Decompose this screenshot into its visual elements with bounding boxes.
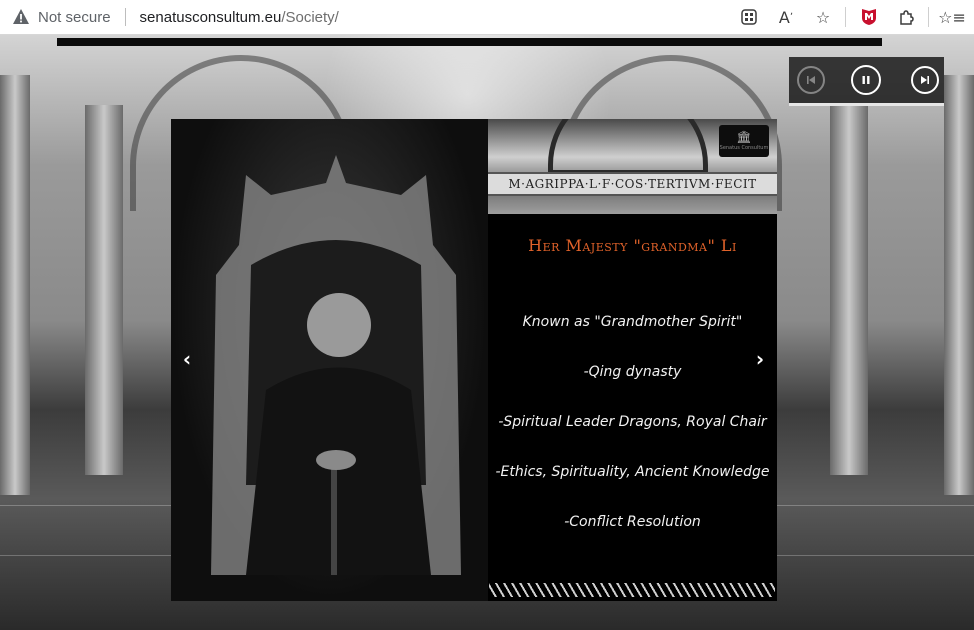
slide-next-arrow-icon[interactable]: › [749, 348, 771, 370]
media-progress-bar[interactable] [789, 103, 944, 106]
slide-title: Her Majesty "grandma" Li [528, 236, 737, 255]
pause-icon[interactable] [851, 65, 881, 95]
read-aloud-icon[interactable]: Aʼ [772, 3, 800, 31]
slide-line-4: -Ethics, Spirituality, Ancient Knowledge [495, 464, 770, 480]
favorite-add-icon[interactable]: ☆ [809, 3, 837, 31]
top-strip [57, 38, 882, 46]
next-icon[interactable] [911, 66, 939, 94]
portrait-photo [171, 119, 488, 601]
mcafee-icon[interactable] [855, 3, 883, 31]
toolbar-divider [928, 7, 929, 27]
apps-icon[interactable] [735, 3, 763, 31]
favorites-icon[interactable]: ☆≡ [938, 3, 966, 31]
decorative-hatch [489, 583, 775, 597]
extensions-icon[interactable] [892, 3, 920, 31]
previous-icon[interactable] [797, 66, 825, 94]
throne-illustration [211, 155, 461, 575]
slide: M·AGRIPPA·L·F·COS·TERTIVM·FECIT 🏛 Senatu… [171, 119, 777, 601]
hall-pillar-far-right [944, 75, 974, 495]
hall-pillar-left [85, 105, 123, 475]
banner-frieze: M·AGRIPPA·L·F·COS·TERTIVM·FECIT [488, 172, 777, 196]
hall-pillar-far-left [0, 75, 30, 495]
address-divider [124, 8, 126, 26]
warning-icon [13, 9, 29, 24]
page-background: M·AGRIPPA·L·F·COS·TERTIVM·FECIT 🏛 Senatu… [0, 35, 974, 630]
slide-line-5: -Conflict Resolution [564, 514, 701, 530]
address-bar[interactable]: senatusconsultum.eu/Society/ [140, 9, 339, 26]
security-label: Not secure [38, 8, 111, 26]
header-banner: M·AGRIPPA·L·F·COS·TERTIVM·FECIT 🏛 Senatu… [488, 119, 777, 214]
media-controls [789, 57, 944, 105]
slide-line-3: -Spiritual Leader Dragons, Royal Chair [498, 414, 767, 430]
browser-actions: Aʼ ☆ ☆≡ [726, 0, 966, 34]
slide-line-2: -Qing dynasty [583, 364, 682, 380]
frieze-text: M·AGRIPPA·L·F·COS·TERTIVM·FECIT [508, 177, 757, 191]
browser-toolbar: Not secure senatusconsultum.eu/Society/ … [0, 0, 974, 35]
url-domain: senatusconsultum.eu [139, 8, 282, 26]
slide-line-1: Known as "Grandmother Spirit" [522, 314, 743, 330]
security-indicator[interactable]: Not secure [12, 0, 111, 34]
url-path: /Society/ [281, 8, 339, 26]
toolbar-divider [845, 7, 846, 27]
banner-arch [548, 119, 708, 175]
temple-icon: 🏛 [736, 130, 752, 144]
hall-pillar-right [830, 105, 868, 475]
slide-prev-arrow-icon[interactable]: ‹ [176, 348, 198, 370]
logo-text: Senatus Consultum [719, 145, 769, 151]
site-logo: 🏛 Senatus Consultum [719, 125, 769, 157]
